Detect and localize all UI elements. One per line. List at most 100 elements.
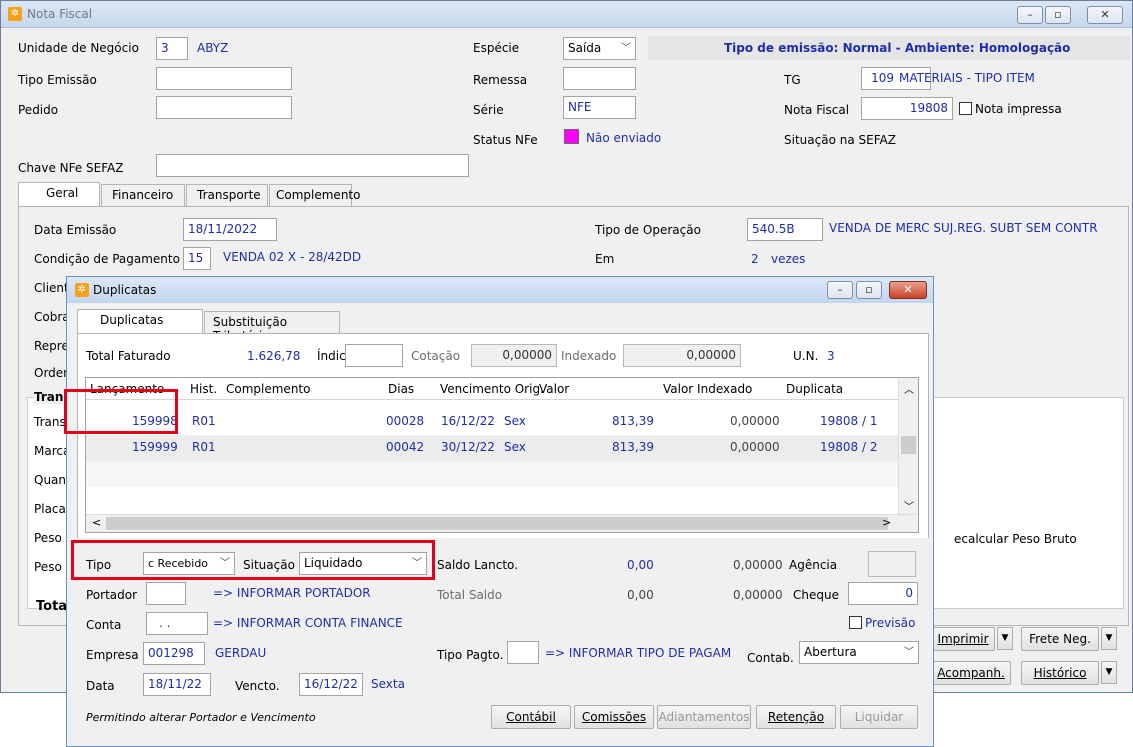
- recalcular-peso-label[interactable]: ecalcular Peso Bruto: [954, 532, 1077, 546]
- em-label: Em: [595, 252, 615, 266]
- chave-label: Chave NFe SEFAZ: [18, 161, 124, 175]
- nota-impressa-label: Nota impressa: [975, 102, 1062, 116]
- row-duplicata: 19808 / 1: [820, 414, 878, 428]
- empresa-code-input[interactable]: 001298: [143, 642, 205, 665]
- historico-dropdown-icon[interactable]: ▼: [1101, 661, 1117, 684]
- vertical-scrollbar[interactable]: ︿ ﹀: [898, 378, 918, 515]
- contab-select[interactable]: Abertura ﹀: [799, 641, 919, 664]
- tab-financeiro[interactable]: Financeiro: [101, 184, 185, 206]
- remessa-input[interactable]: [563, 67, 636, 90]
- table-row[interactable]: 159999 R01 00042 30/12/22 Sex 813,39 0,0…: [86, 435, 898, 461]
- dialog-close-icon[interactable]: ✕: [889, 281, 927, 299]
- tab-duplicatas[interactable]: Duplicatas: [77, 309, 203, 334]
- cotacao-label: Cotação: [411, 349, 461, 363]
- tab-geral[interactable]: Geral: [18, 182, 100, 207]
- maximize-icon[interactable]: ▫: [1045, 6, 1071, 24]
- tab-substituicao[interactable]: Substituição Tributária: [204, 311, 340, 343]
- col-valor[interactable]: Valor: [539, 382, 569, 396]
- footer-note: Permitindo alterar Portador e Vencimento: [86, 711, 316, 724]
- tipo-emissao-banner: Tipo de emissão: Normal - Ambiente: Homo…: [724, 41, 1071, 55]
- vencto-label: Vencto.: [235, 679, 280, 693]
- app-icon: ✲: [8, 7, 22, 21]
- tipo-operacao-code[interactable]: 540.5B: [747, 218, 823, 241]
- cobranca-label: Cobra: [34, 310, 70, 324]
- portador-input[interactable]: [146, 582, 186, 605]
- conta-input[interactable]: . .: [146, 612, 208, 635]
- nota-fiscal-label: Nota Fiscal: [784, 103, 850, 117]
- window-title: Nota Fiscal: [27, 7, 93, 21]
- hscroll-thumb[interactable]: [106, 517, 888, 530]
- serie-input[interactable]: NFE: [563, 96, 636, 119]
- row-dia: Sex: [504, 440, 526, 454]
- tipo-pagto-hint: => INFORMAR TIPO DE PAGAM: [545, 646, 732, 660]
- grid-header: Lançamento Hist. Complemento Dias Vencim…: [86, 378, 898, 400]
- col-complemento[interactable]: Complemento: [226, 382, 310, 396]
- portador-hint: => INFORMAR PORTADOR: [213, 586, 371, 600]
- row-indexado: 0,00000: [730, 440, 780, 454]
- col-vencimento[interactable]: Vencimento Orig.: [440, 382, 544, 396]
- imprimir-dropdown-icon[interactable]: ▼: [997, 627, 1013, 650]
- scroll-down-icon[interactable]: ﹀: [904, 498, 914, 513]
- status-indicator: [564, 129, 579, 144]
- portador-label: Portador: [86, 588, 138, 602]
- table-row[interactable]: 159998 R01 00028 16/12/22 Sex 813,39 0,0…: [86, 409, 898, 435]
- cheque-input[interactable]: 0: [848, 582, 918, 605]
- dialog-maximize-icon[interactable]: ▫: [856, 281, 882, 299]
- indice-input[interactable]: [345, 344, 403, 367]
- unidade-code-input[interactable]: 3: [156, 37, 188, 60]
- horizontal-scrollbar[interactable]: < >: [86, 514, 918, 532]
- adiantamentos-button[interactable]: Adiantamentos: [657, 705, 751, 729]
- minimize-icon[interactable]: –: [1017, 6, 1043, 24]
- cotacao-input: 0,00000: [471, 344, 557, 367]
- contabil-button[interactable]: Contábil: [491, 705, 571, 729]
- tab-transporte[interactable]: Transporte: [186, 184, 268, 206]
- tab-complemento[interactable]: Complemento: [269, 184, 360, 206]
- data-input[interactable]: 18/11/22: [143, 673, 211, 696]
- duplicatas-grid: Lançamento Hist. Complemento Dias Vencim…: [85, 377, 919, 533]
- total-saldo-idx: 0,00000: [733, 588, 783, 602]
- scroll-left-icon[interactable]: <: [92, 516, 101, 529]
- highlight-lancamento: [64, 389, 178, 434]
- frete-neg-button[interactable]: Frete Neg.: [1021, 627, 1099, 651]
- dialog-minimize-icon[interactable]: –: [827, 281, 853, 299]
- scroll-thumb[interactable]: [901, 436, 916, 454]
- previsao-checkbox[interactable]: [849, 616, 862, 629]
- col-duplicata[interactable]: Duplicata: [786, 382, 843, 396]
- col-valor-indexado[interactable]: Valor Indexado: [663, 382, 752, 396]
- chave-input[interactable]: [156, 154, 469, 177]
- data-emissao-input[interactable]: 18/11/2022: [183, 218, 277, 241]
- marca-label: Marca: [34, 444, 71, 458]
- total-saldo-label: Total Saldo: [437, 588, 503, 602]
- vencto-input[interactable]: 16/12/22: [299, 673, 363, 696]
- tipo-pagto-input[interactable]: [507, 641, 539, 664]
- scroll-right-icon[interactable]: >: [882, 516, 891, 529]
- nota-impressa-checkbox[interactable]: [959, 102, 972, 115]
- total-faturado-label: Total Faturado: [86, 349, 171, 363]
- un-value: 3: [827, 349, 835, 363]
- col-hist[interactable]: Hist.: [190, 382, 217, 396]
- indexado-input: 0,00000: [623, 344, 741, 367]
- scroll-up-icon[interactable]: ︿: [904, 381, 914, 396]
- close-icon[interactable]: ✕: [1087, 6, 1123, 24]
- conta-hint: => INFORMAR CONTA FINANCE: [213, 616, 403, 630]
- col-dias[interactable]: Dias: [388, 382, 414, 396]
- liquidar-button[interactable]: Liquidar: [840, 705, 918, 729]
- saldo-lancto-idx: 0,00000: [733, 558, 783, 572]
- status-value: Não enviado: [586, 131, 662, 145]
- comissoes-button[interactable]: Comissões: [574, 705, 654, 729]
- nota-fiscal-input[interactable]: 19808: [861, 97, 953, 120]
- condicao-code[interactable]: 15: [183, 247, 211, 270]
- title-bar: ✲ Nota Fiscal – ▫ ✕: [1, 1, 1132, 28]
- especie-select[interactable]: Saída ﹀: [563, 37, 636, 60]
- frete-dropdown-icon[interactable]: ▼: [1101, 627, 1117, 650]
- acompanh-button[interactable]: Acompanh.: [931, 661, 1011, 685]
- row-valor: 813,39: [612, 414, 654, 428]
- condicao-name: VENDA 02 X - 28/42DD: [223, 250, 362, 264]
- imprimir-button[interactable]: Imprimir: [931, 627, 995, 651]
- remessa-label: Remessa: [473, 73, 528, 87]
- historico-button[interactable]: Histórico: [1021, 661, 1099, 685]
- retencao-button[interactable]: Retenção: [756, 705, 836, 729]
- pedido-input[interactable]: [156, 96, 292, 119]
- tipo-emissao-label: Tipo Emissão: [18, 73, 97, 87]
- tipo-emissao-input[interactable]: [156, 67, 292, 90]
